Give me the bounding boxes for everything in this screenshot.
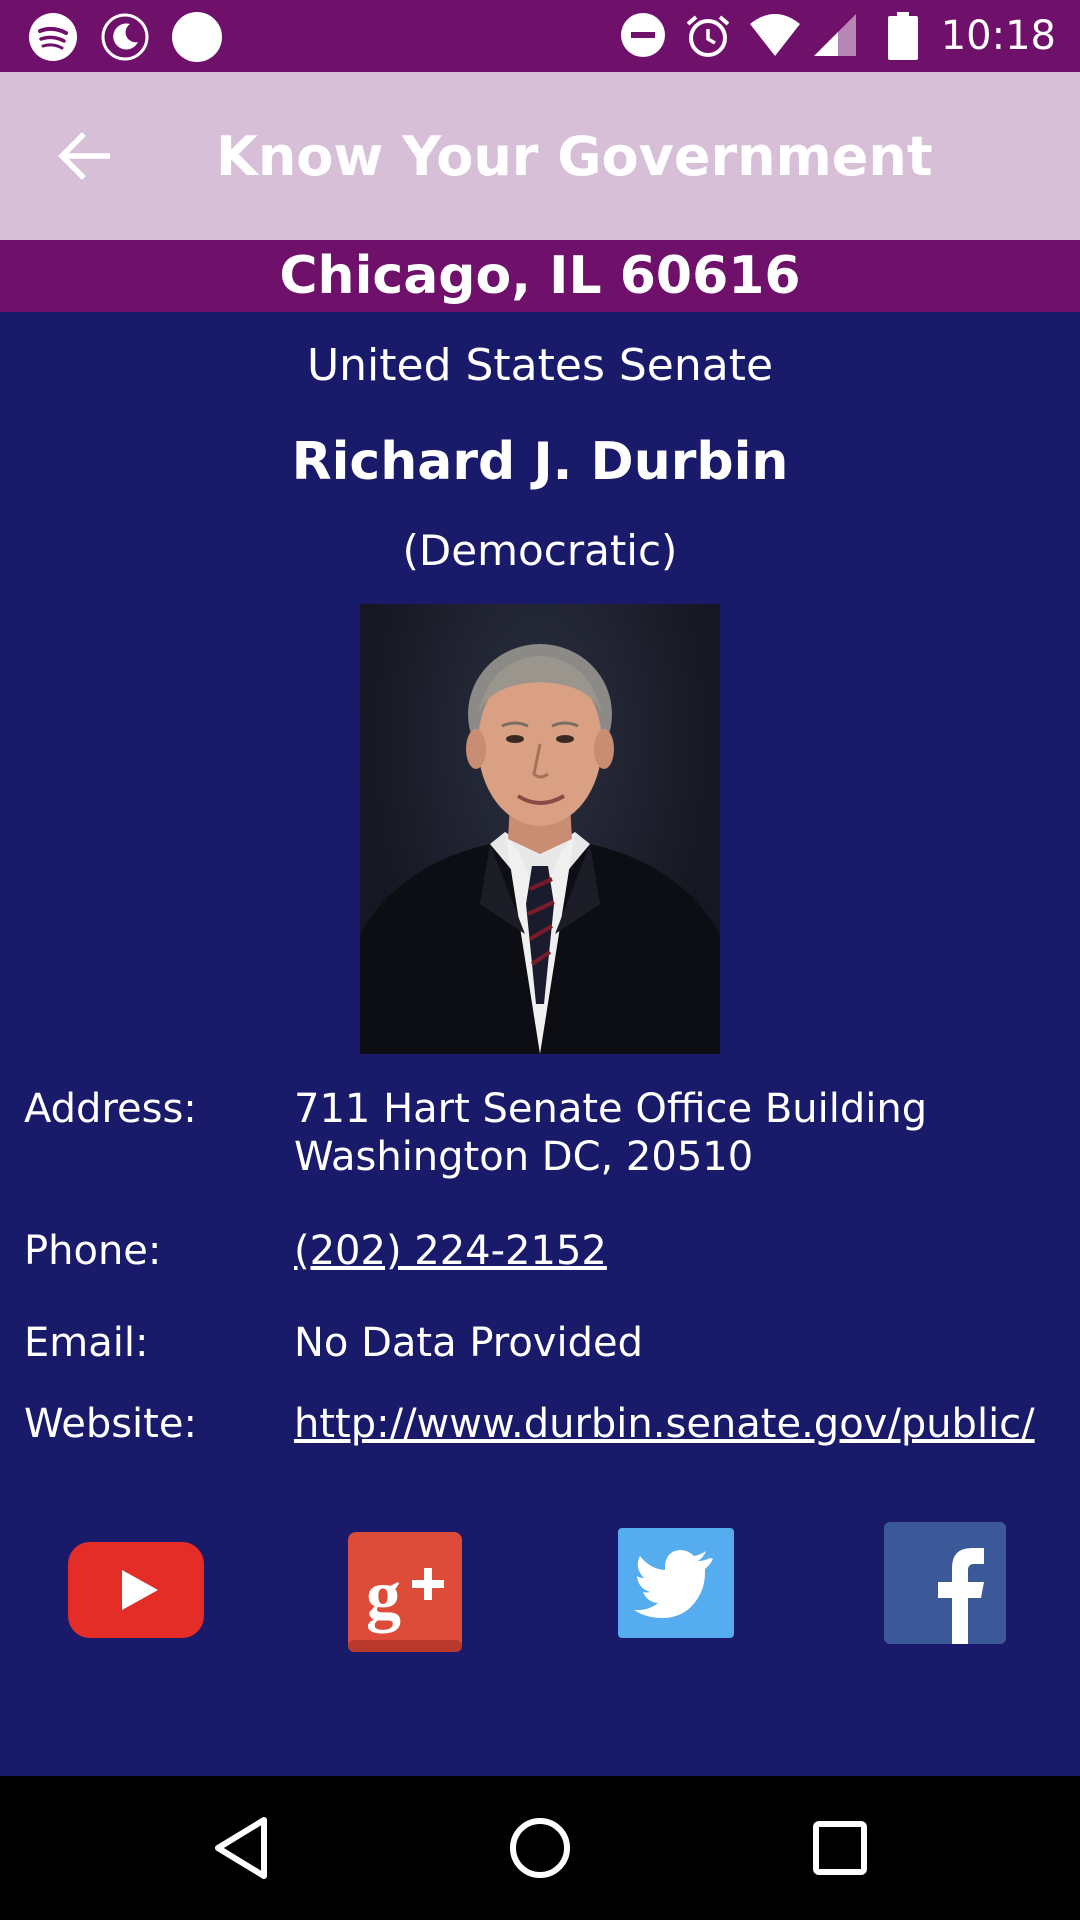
navigation-bar [0,1776,1080,1920]
status-time: 10:18 [940,13,1056,59]
twitter-icon[interactable] [618,1528,734,1638]
recents-nav-icon[interactable] [804,1812,876,1884]
party-label: (Democratic) [402,526,678,575]
phone-label: Phone: [24,1228,162,1274]
address-line1: 711 Hart Senate Office Building [294,1086,928,1132]
official-photo [360,604,720,1054]
youtube-icon[interactable] [68,1542,204,1638]
facebook-icon[interactable] [884,1522,1006,1644]
app-title: Know Your Government [216,124,933,188]
status-bar: 10:18 [0,0,1080,72]
do-not-disturb-icon [621,13,665,57]
location-banner: Chicago, IL 60616 [0,240,1080,312]
app-bar: Know Your Government [0,72,1080,240]
official-name: Richard J. Durbin [291,432,789,492]
address-label: Address: [24,1086,197,1132]
alarm-icon [686,15,730,57]
circle-notification-icon [172,12,222,62]
spotify-icon [29,13,77,61]
back-nav-icon[interactable] [206,1812,278,1884]
svg-text:g: g [366,1557,401,1634]
office-title: United States Senate [306,340,774,391]
arrow-back-icon [58,132,110,180]
phone-link[interactable]: (202) 224-2152 [294,1226,607,1276]
home-nav-icon[interactable] [504,1812,576,1884]
location-text: Chicago, IL 60616 [279,246,801,306]
wifi-icon [750,14,800,56]
portrait-image [360,644,720,1054]
google-plus-icon[interactable]: g [348,1532,462,1652]
night-mode-icon [101,13,149,61]
address-line2: Washington DC, 20510 [294,1134,754,1180]
battery-icon [888,12,918,60]
email-label: Email: [24,1320,149,1366]
website-link[interactable]: http://www.durbin.senate.gov/public/ [294,1399,1035,1449]
website-label: Website: [24,1401,197,1447]
email-value: No Data Provided [294,1320,643,1366]
back-button[interactable] [44,116,124,196]
signal-icon [814,14,856,56]
